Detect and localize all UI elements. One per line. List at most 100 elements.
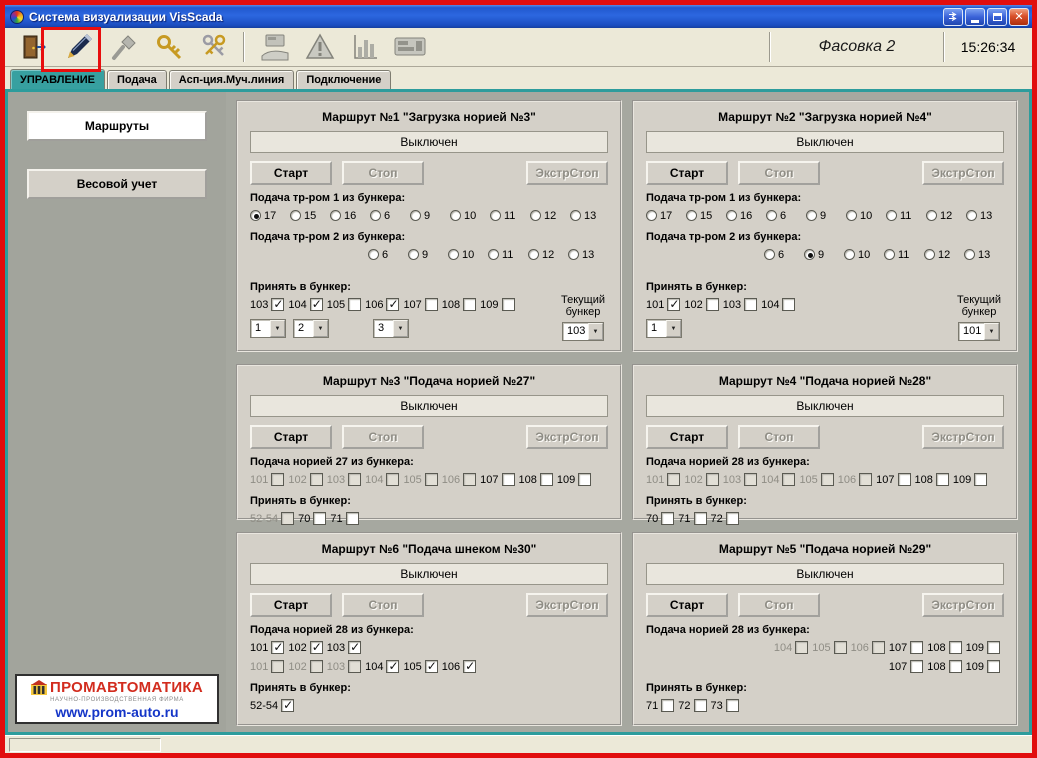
radio-17[interactable]: 17 xyxy=(250,210,290,222)
radio-9[interactable]: 9 xyxy=(408,249,448,261)
screwdriver-icon[interactable] xyxy=(101,30,146,64)
warning-icon[interactable] xyxy=(297,30,342,64)
checkbox-73[interactable]: 73 xyxy=(711,699,739,712)
start-button[interactable]: Старт xyxy=(646,161,728,185)
radio-16[interactable]: 16 xyxy=(330,210,370,222)
checkbox-102[interactable]: 102 xyxy=(684,298,718,311)
tab-2[interactable]: Подача xyxy=(107,70,167,89)
checkbox-107[interactable]: 107 xyxy=(889,660,923,673)
checkbox-107[interactable]: 107 xyxy=(889,641,923,654)
checkbox-72[interactable]: 72 xyxy=(711,512,739,525)
current-bunker-combo[interactable]: 101▼ xyxy=(958,322,1000,341)
radio-10[interactable]: 10 xyxy=(450,210,490,222)
tab-1[interactable]: УПРАВЛЕНИЕ xyxy=(10,69,105,89)
selector-combo-3[interactable]: 3▼ xyxy=(373,319,409,338)
radio-11[interactable]: 11 xyxy=(488,249,528,261)
checkbox-108[interactable]: 108 xyxy=(442,298,476,311)
minimize-button[interactable] xyxy=(965,8,985,26)
radio-16[interactable]: 16 xyxy=(726,210,766,222)
checkbox-70[interactable]: 70 xyxy=(646,512,674,525)
checkbox-101[interactable]: 101 xyxy=(646,298,680,311)
start-button[interactable]: Старт xyxy=(646,593,728,617)
checkbox-101[interactable]: 101 xyxy=(250,641,284,654)
start-button[interactable]: Старт xyxy=(250,161,332,185)
checkbox-105[interactable]: 105 xyxy=(403,660,437,673)
radio-15[interactable]: 15 xyxy=(686,210,726,222)
radio-17[interactable]: 17 xyxy=(646,210,686,222)
radio-9[interactable]: 9 xyxy=(410,210,450,222)
checkbox-108[interactable]: 108 xyxy=(927,641,961,654)
checkbox-105[interactable]: 105 xyxy=(327,298,361,311)
checkbox-103[interactable]: 103 xyxy=(723,298,757,311)
checkbox-109[interactable]: 109 xyxy=(966,641,1000,654)
edit-pen-icon[interactable] xyxy=(56,30,101,64)
checkbox-72[interactable]: 72 xyxy=(678,699,706,712)
checkbox-104[interactable]: 104 xyxy=(761,298,795,311)
chart-icon[interactable] xyxy=(342,30,387,64)
radio-13[interactable]: 13 xyxy=(966,210,1006,222)
radio-6[interactable]: 6 xyxy=(766,210,806,222)
maximize-button[interactable] xyxy=(987,8,1007,26)
checkbox-108[interactable]: 108 xyxy=(915,473,949,486)
checkbox-108[interactable]: 108 xyxy=(927,660,961,673)
checkbox-104[interactable]: 104 xyxy=(365,660,399,673)
checkbox-102[interactable]: 102 xyxy=(288,641,322,654)
selector-combo-1[interactable]: 1▼ xyxy=(250,319,286,338)
radio-6[interactable]: 6 xyxy=(368,249,408,261)
start-button[interactable]: Старт xyxy=(646,425,728,449)
checkbox-107[interactable]: 107 xyxy=(480,473,514,486)
radio-12[interactable]: 12 xyxy=(530,210,570,222)
key-icon[interactable] xyxy=(146,30,191,64)
checkbox-52-54[interactable]: 52-54 xyxy=(250,699,294,712)
radio-13[interactable]: 13 xyxy=(964,249,1004,261)
checkbox-107[interactable]: 107 xyxy=(876,473,910,486)
checkbox-106[interactable]: 106 xyxy=(442,660,476,673)
tab-3[interactable]: Асп-ция.Муч.линия xyxy=(169,70,295,89)
radio-9[interactable]: 9 xyxy=(804,249,844,261)
radio-10[interactable]: 10 xyxy=(846,210,886,222)
radio-circle xyxy=(964,249,975,260)
panel-display-icon[interactable] xyxy=(387,30,432,64)
checkbox-109[interactable]: 109 xyxy=(966,660,1000,673)
radio-12[interactable]: 12 xyxy=(924,249,964,261)
checkbox-106[interactable]: 106 xyxy=(365,298,399,311)
checkbox-71[interactable]: 71 xyxy=(678,512,706,525)
checkbox-71[interactable]: 71 xyxy=(330,512,358,525)
checkbox-109[interactable]: 109 xyxy=(557,473,591,486)
radio-11[interactable]: 11 xyxy=(884,249,924,261)
radio-15[interactable]: 15 xyxy=(290,210,330,222)
selector-combo-2[interactable]: 2▼ xyxy=(293,319,329,338)
radio-6[interactable]: 6 xyxy=(764,249,804,261)
checkbox-103[interactable]: 103 xyxy=(327,641,361,654)
radio-6[interactable]: 6 xyxy=(370,210,410,222)
start-button[interactable]: Старт xyxy=(250,593,332,617)
keys-icon[interactable] xyxy=(191,30,236,64)
radio-11[interactable]: 11 xyxy=(886,210,926,222)
checkbox-70[interactable]: 70 xyxy=(298,512,326,525)
tab-4[interactable]: Подключение xyxy=(296,70,391,89)
radio-10[interactable]: 10 xyxy=(448,249,488,261)
start-button[interactable]: Старт xyxy=(250,425,332,449)
checkbox-109[interactable]: 109 xyxy=(480,298,514,311)
exit-door-icon[interactable] xyxy=(11,30,56,64)
close-button[interactable]: ✕ xyxy=(1009,8,1029,26)
checkbox-108[interactable]: 108 xyxy=(519,473,553,486)
radio-13[interactable]: 13 xyxy=(570,210,610,222)
current-bunker-combo[interactable]: 103▼ xyxy=(562,322,604,341)
radio-12[interactable]: 12 xyxy=(528,249,568,261)
checkbox-104[interactable]: 104 xyxy=(288,298,322,311)
radio-12[interactable]: 12 xyxy=(926,210,966,222)
selector-combo-1[interactable]: 1▼ xyxy=(646,319,682,338)
radio-11[interactable]: 11 xyxy=(490,210,530,222)
sidebar-button-1[interactable]: Маршруты xyxy=(27,111,207,141)
checkbox-71[interactable]: 71 xyxy=(646,699,674,712)
nav-arrow-button[interactable] xyxy=(943,8,963,26)
sidebar-button-2[interactable]: Весовой учет xyxy=(27,169,207,199)
checkbox-109[interactable]: 109 xyxy=(953,473,987,486)
card-reader-icon[interactable] xyxy=(252,30,297,64)
checkbox-103[interactable]: 103 xyxy=(250,298,284,311)
checkbox-107[interactable]: 107 xyxy=(403,298,437,311)
radio-13[interactable]: 13 xyxy=(568,249,608,261)
radio-10[interactable]: 10 xyxy=(844,249,884,261)
radio-9[interactable]: 9 xyxy=(806,210,846,222)
